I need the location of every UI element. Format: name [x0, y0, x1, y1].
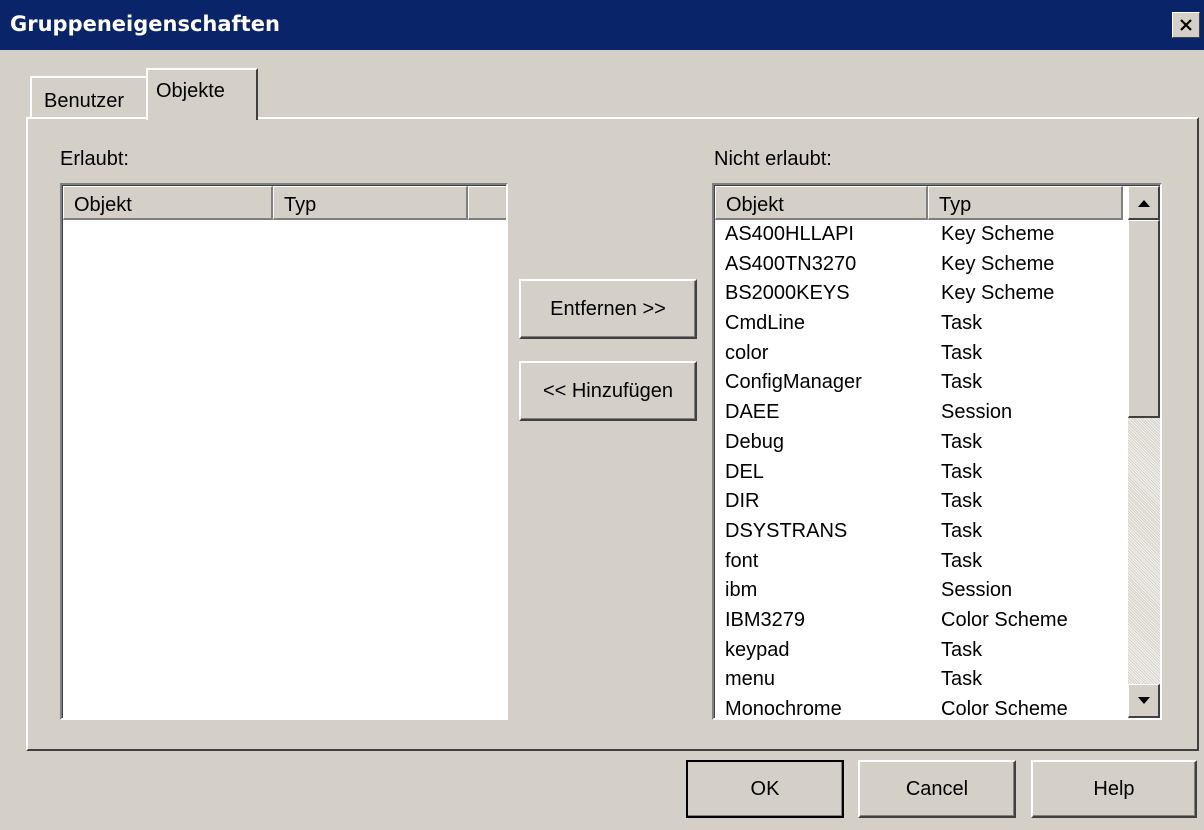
window-title: Gruppeneigenschaften	[10, 12, 280, 36]
list-item-typ: Session	[941, 579, 1013, 602]
list-item-objekt: IBM3279	[725, 608, 806, 631]
list-item-objekt: ConfigManager	[725, 371, 862, 394]
list-item-typ: Task	[941, 638, 983, 661]
list-item-typ: Color Scheme	[941, 608, 1068, 631]
allowed-col-typ[interactable]: Typ	[273, 186, 468, 220]
list-item-typ: Key Scheme	[941, 282, 1055, 305]
list-item-objekt: DAEE	[725, 401, 780, 424]
vertical-scrollbar[interactable]	[1128, 186, 1160, 718]
allowed-label: Erlaubt:	[60, 148, 129, 170]
not-allowed-col-objekt[interactable]: Objekt	[715, 186, 928, 220]
not-allowed-list[interactable]: Objekt Typ AS400HLLAPI Key Scheme AS400TN3…	[712, 183, 1162, 720]
allowed-col-filler	[468, 186, 506, 220]
list-item-typ: Task	[941, 430, 983, 453]
ok-button[interactable]: OK	[686, 760, 844, 818]
list-item-typ: Task	[941, 668, 983, 691]
list-item-typ: Task	[941, 371, 983, 394]
list-item-objekt: keypad	[725, 638, 790, 661]
list-item-typ: Task	[941, 490, 983, 513]
arrow-down-icon	[1137, 696, 1150, 704]
list-item-typ: Task	[941, 460, 983, 483]
not-allowed-col-typ[interactable]: Typ	[928, 186, 1123, 220]
list-item-objekt: color	[725, 341, 769, 364]
list-item-objekt: font	[725, 549, 759, 572]
not-allowed-col-objekt-label: Objekt	[726, 194, 784, 216]
allowed-col-objekt-label: Objekt	[74, 194, 132, 216]
cancel-button[interactable]: Cancel	[858, 760, 1016, 818]
list-item-typ: Key Scheme	[941, 252, 1055, 275]
close-button[interactable]	[1172, 12, 1200, 38]
list-item-objekt: CmdLine	[725, 312, 806, 335]
list-item-objekt: Debug	[725, 430, 784, 453]
list-item-typ: Key Scheme	[941, 223, 1055, 245]
list-item-typ: Task	[941, 341, 983, 364]
scroll-down-button[interactable]	[1128, 684, 1160, 718]
not-allowed-col-typ-label: Typ	[939, 194, 972, 216]
remove-button[interactable]: Entfernen >>	[519, 279, 697, 339]
tab-objekte-label: Objekte	[156, 80, 225, 102]
tab-objekte[interactable]: Objekte	[146, 68, 258, 120]
list-item-objekt: ibm	[725, 579, 758, 602]
help-button[interactable]: Help	[1031, 760, 1197, 818]
list-item-typ: Task	[941, 519, 983, 542]
allowed-col-typ-label: Typ	[284, 194, 317, 216]
list-item-objekt: Monochrome	[725, 698, 842, 720]
allowed-list[interactable]: Objekt Typ	[60, 183, 508, 720]
allowed-col-objekt[interactable]: Objekt	[63, 186, 273, 220]
list-item-objekt: DIR	[725, 490, 760, 513]
tab-benutzer[interactable]: Benutzer	[30, 76, 148, 118]
tab-benutzer-label: Benutzer	[44, 90, 125, 112]
list-item-typ: Session	[941, 401, 1013, 424]
add-button[interactable]: << Hinzufügen	[519, 361, 697, 421]
arrow-up-icon	[1137, 199, 1150, 207]
list-item-objekt: BS2000KEYS	[725, 282, 850, 305]
title-bar: Gruppeneigenschaften	[0, 0, 1204, 50]
list-item-typ: Task	[941, 549, 983, 572]
list-item-typ: Color Scheme	[941, 698, 1068, 720]
list-item-objekt: AS400HLLAPI	[725, 223, 854, 245]
scroll-up-button[interactable]	[1128, 186, 1160, 220]
not-allowed-label: Nicht erlaubt:	[714, 148, 832, 170]
close-icon	[1180, 19, 1192, 31]
list-item-typ: Task	[941, 312, 983, 335]
list-item-objekt: menu	[725, 668, 776, 691]
list-item-objekt: DSYSTRANS	[725, 519, 848, 542]
list-item-objekt: DEL	[725, 460, 764, 483]
list-item-objekt: AS400TN3270	[725, 252, 857, 275]
scroll-thumb[interactable]	[1128, 220, 1160, 418]
